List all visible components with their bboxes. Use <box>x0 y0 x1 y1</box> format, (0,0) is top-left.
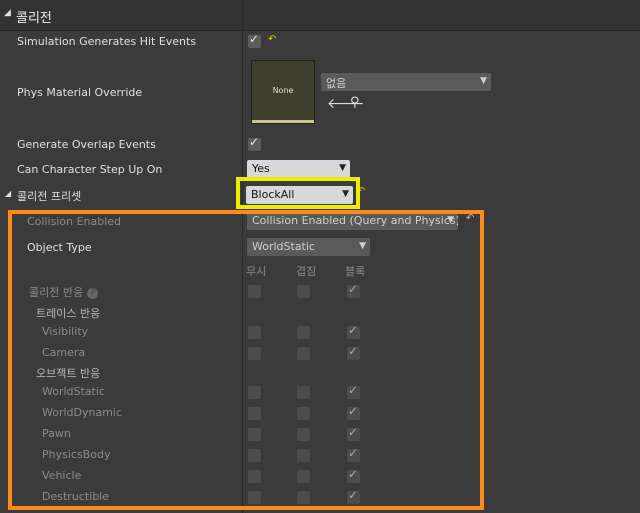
thumbnail-bar <box>252 120 314 123</box>
thumbnail-none-text: None <box>272 86 294 95</box>
collapse-triangle-icon[interactable]: ◢ <box>4 8 11 18</box>
chevron-down-icon: ▼ <box>339 163 346 173</box>
phys-material-label: Phys Material Override <box>17 86 143 99</box>
browse-search-icon[interactable]: ⚲ <box>350 95 360 110</box>
overlap-events-checkbox[interactable] <box>248 135 261 151</box>
expand-triangle-icon[interactable]: ◢ <box>5 189 11 198</box>
sim-hit-events-checkbox[interactable] <box>248 32 261 48</box>
step-up-label: Can Character Step Up On <box>17 163 163 176</box>
section-header[interactable]: ◢ 콜리전 <box>0 0 640 31</box>
phys-material-dropdown[interactable]: 없음 ▼ <box>321 73 491 91</box>
step-up-dropdown[interactable]: Yes ▼ <box>247 160 350 178</box>
overlap-events-label: Generate Overlap Events <box>17 138 156 151</box>
section-title: 콜리전 <box>16 11 52 26</box>
yellow-highlight-box <box>236 177 360 209</box>
sim-hit-events-label: Simulation Generates Hit Events <box>17 35 197 48</box>
reset-to-default-icon[interactable]: ↶ <box>268 34 276 45</box>
chevron-down-icon: ▼ <box>480 76 487 86</box>
material-thumbnail[interactable]: None <box>251 60 315 124</box>
phys-material-value: 없음 <box>326 77 347 90</box>
step-up-value: Yes <box>252 162 270 175</box>
orange-highlight-box <box>8 210 484 510</box>
presets-label: 콜리전 프리셋 <box>17 190 82 203</box>
